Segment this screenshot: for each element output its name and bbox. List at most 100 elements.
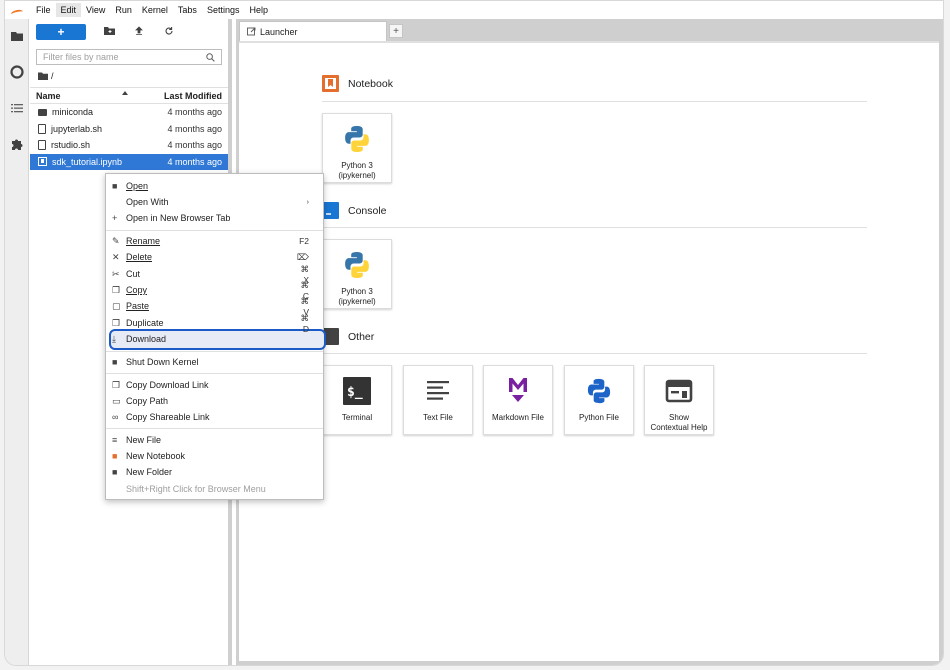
plus-icon: + — [112, 213, 118, 223]
file-name: sdk_tutorial.ipynb — [52, 156, 123, 167]
file-row[interactable]: miniconda 4 months ago — [30, 104, 228, 121]
menu-item-open[interactable]: ■ Open — [106, 178, 323, 194]
launcher-card-python-file[interactable]: Python File — [564, 365, 634, 435]
launcher-card-text-file[interactable]: Text File — [403, 365, 473, 435]
text-file-icon — [427, 381, 449, 400]
refresh-icon[interactable] — [154, 26, 184, 39]
menu-item-label: Download — [126, 334, 167, 344]
card-label: Text File — [423, 413, 453, 422]
sort-ascending-icon — [122, 90, 128, 95]
table-of-contents-icon[interactable] — [10, 101, 24, 115]
launcher-card-python3-notebook[interactable]: Python 3 (ipykernel) — [322, 113, 392, 183]
shortcut: ⌦ — [296, 251, 309, 262]
file-name: miniconda — [52, 107, 94, 118]
menu-separator — [106, 351, 323, 352]
filter-files-input[interactable]: Filter files by name — [36, 49, 222, 65]
section-console: Console — [322, 202, 387, 219]
tab-bar: Launcher + — [236, 19, 943, 41]
link-icon: ∞ — [112, 412, 119, 422]
menu-item-shutdown-kernel[interactable]: ■ Shut Down Kernel — [106, 354, 323, 370]
file-icon — [38, 140, 46, 151]
scissors-icon: ✂ — [112, 268, 120, 279]
shortcut: F2 — [299, 236, 309, 246]
text-file-icon: ≡ — [112, 435, 118, 445]
search-icon — [206, 52, 215, 62]
card-label: Python 3 — [341, 161, 373, 170]
svg-text:$_: $_ — [347, 385, 363, 400]
new-tab-button[interactable]: + — [389, 24, 403, 38]
file-row[interactable]: jupyterlab.sh 4 months ago — [30, 121, 228, 138]
new-folder-icon[interactable] — [94, 26, 124, 39]
file-row-selected[interactable]: sdk_tutorial.ipynb 4 months ago — [30, 153, 228, 170]
menu-help[interactable]: Help — [244, 3, 273, 17]
breadcrumb-path[interactable]: / — [51, 71, 54, 81]
menu-item-copy[interactable]: ❐ Copy ⌘ C — [106, 280, 323, 301]
new-launcher-button[interactable]: + — [36, 24, 86, 40]
card-label: Python File — [578, 413, 620, 422]
running-sessions-icon[interactable] — [10, 65, 24, 79]
menu-item-label: New File — [126, 435, 162, 445]
file-icon — [38, 123, 46, 134]
breadcrumb: / — [30, 67, 228, 85]
menu-kernel[interactable]: Kernel — [137, 3, 173, 17]
card-label: Show — [668, 413, 689, 422]
menu-item-duplicate[interactable]: ❐ Duplicate ⌘ D — [106, 313, 323, 334]
paste-icon: ▢ — [112, 300, 121, 311]
section-title: Other — [348, 330, 375, 343]
new-folder-icon: ■ — [112, 467, 118, 477]
section-notebook: Notebook — [322, 75, 393, 92]
menu-run[interactable]: Run — [110, 3, 137, 17]
menu-tabs[interactable]: Tabs — [173, 3, 202, 17]
menu-edit[interactable]: Edit — [55, 3, 82, 17]
tab-launcher[interactable]: Launcher — [239, 21, 387, 41]
launcher-card-python3-console[interactable]: Python 3 (ipykernel) — [322, 239, 392, 309]
launcher-card-terminal[interactable]: $_ Terminal — [322, 365, 392, 435]
menu-item-label: New Folder — [126, 467, 173, 477]
menu-item-open-with[interactable]: Open With › — [106, 194, 323, 210]
menu-item-label: Paste — [126, 301, 150, 311]
markdown-icon — [509, 378, 527, 402]
menu-item-copy-download-link[interactable]: ❐ Copy Download Link — [106, 377, 323, 393]
menubar: File Edit View Run Kernel Tabs Settings … — [5, 1, 943, 19]
launcher-panel: Notebook Python 3 (ipykernel) Console Pyt… — [239, 41, 939, 661]
menu-settings[interactable]: Settings — [202, 3, 245, 17]
file-modified: 4 months ago — [167, 123, 222, 134]
launcher-card-contextual-help[interactable]: Show Contextual Help — [644, 365, 714, 435]
folder-icon[interactable] — [10, 29, 24, 43]
copy-icon: ❐ — [112, 284, 121, 295]
file-list-header: Name Last Modified — [30, 87, 228, 104]
column-last-modified[interactable]: Last Modified — [152, 91, 222, 101]
extension-puzzle-icon[interactable] — [10, 137, 24, 151]
menu-item-new-notebook[interactable]: ■ New Notebook — [106, 448, 323, 464]
file-name: jupyterlab.sh — [51, 123, 103, 134]
menu-item-new-file[interactable]: ≡ New File — [106, 432, 323, 448]
menu-item-copy-path[interactable]: ▭ Copy Path — [106, 393, 323, 409]
menu-item-delete[interactable]: ✕ Delete ⌦ — [106, 249, 323, 265]
menu-item-copy-shareable-link[interactable]: ∞ Copy Shareable Link — [106, 409, 323, 425]
upload-icon[interactable] — [124, 25, 154, 39]
menu-file[interactable]: File — [31, 3, 56, 17]
menu-item-label: Open — [126, 181, 149, 191]
column-name[interactable]: Name — [36, 91, 61, 101]
card-label: Markdown File — [491, 413, 544, 422]
section-other: Other — [322, 328, 374, 345]
menu-item-cut[interactable]: ✂ Cut ⌘ X — [106, 264, 323, 285]
menu-item-download[interactable]: ⤓ Download — [106, 331, 323, 347]
file-row[interactable]: rstudio.sh 4 months ago — [30, 137, 228, 154]
menu-item-new-folder[interactable]: ■ New Folder — [106, 464, 323, 480]
menu-item-open-new-tab[interactable]: + Open in New Browser Tab — [106, 210, 323, 226]
home-folder-icon[interactable] — [38, 72, 48, 80]
menu-separator — [106, 230, 323, 231]
menu-item-label: Copy Download Link — [126, 380, 209, 390]
close-icon: ✕ — [112, 251, 120, 262]
copy-icon: ❐ — [112, 379, 121, 390]
console-section-icon — [322, 202, 339, 219]
launcher-card-markdown-file[interactable]: Markdown File — [483, 365, 553, 435]
card-label: Terminal — [341, 413, 373, 422]
menu-item-label: Duplicate — [126, 318, 164, 328]
menu-item-label: Cut — [126, 269, 141, 279]
menu-item-rename[interactable]: ✎ Rename F2 — [106, 233, 323, 249]
menu-item-paste[interactable]: ▢ Paste ⌘ V — [106, 296, 323, 317]
menu-item-label: Copy Shareable Link — [126, 412, 210, 422]
menu-view[interactable]: View — [81, 3, 110, 17]
